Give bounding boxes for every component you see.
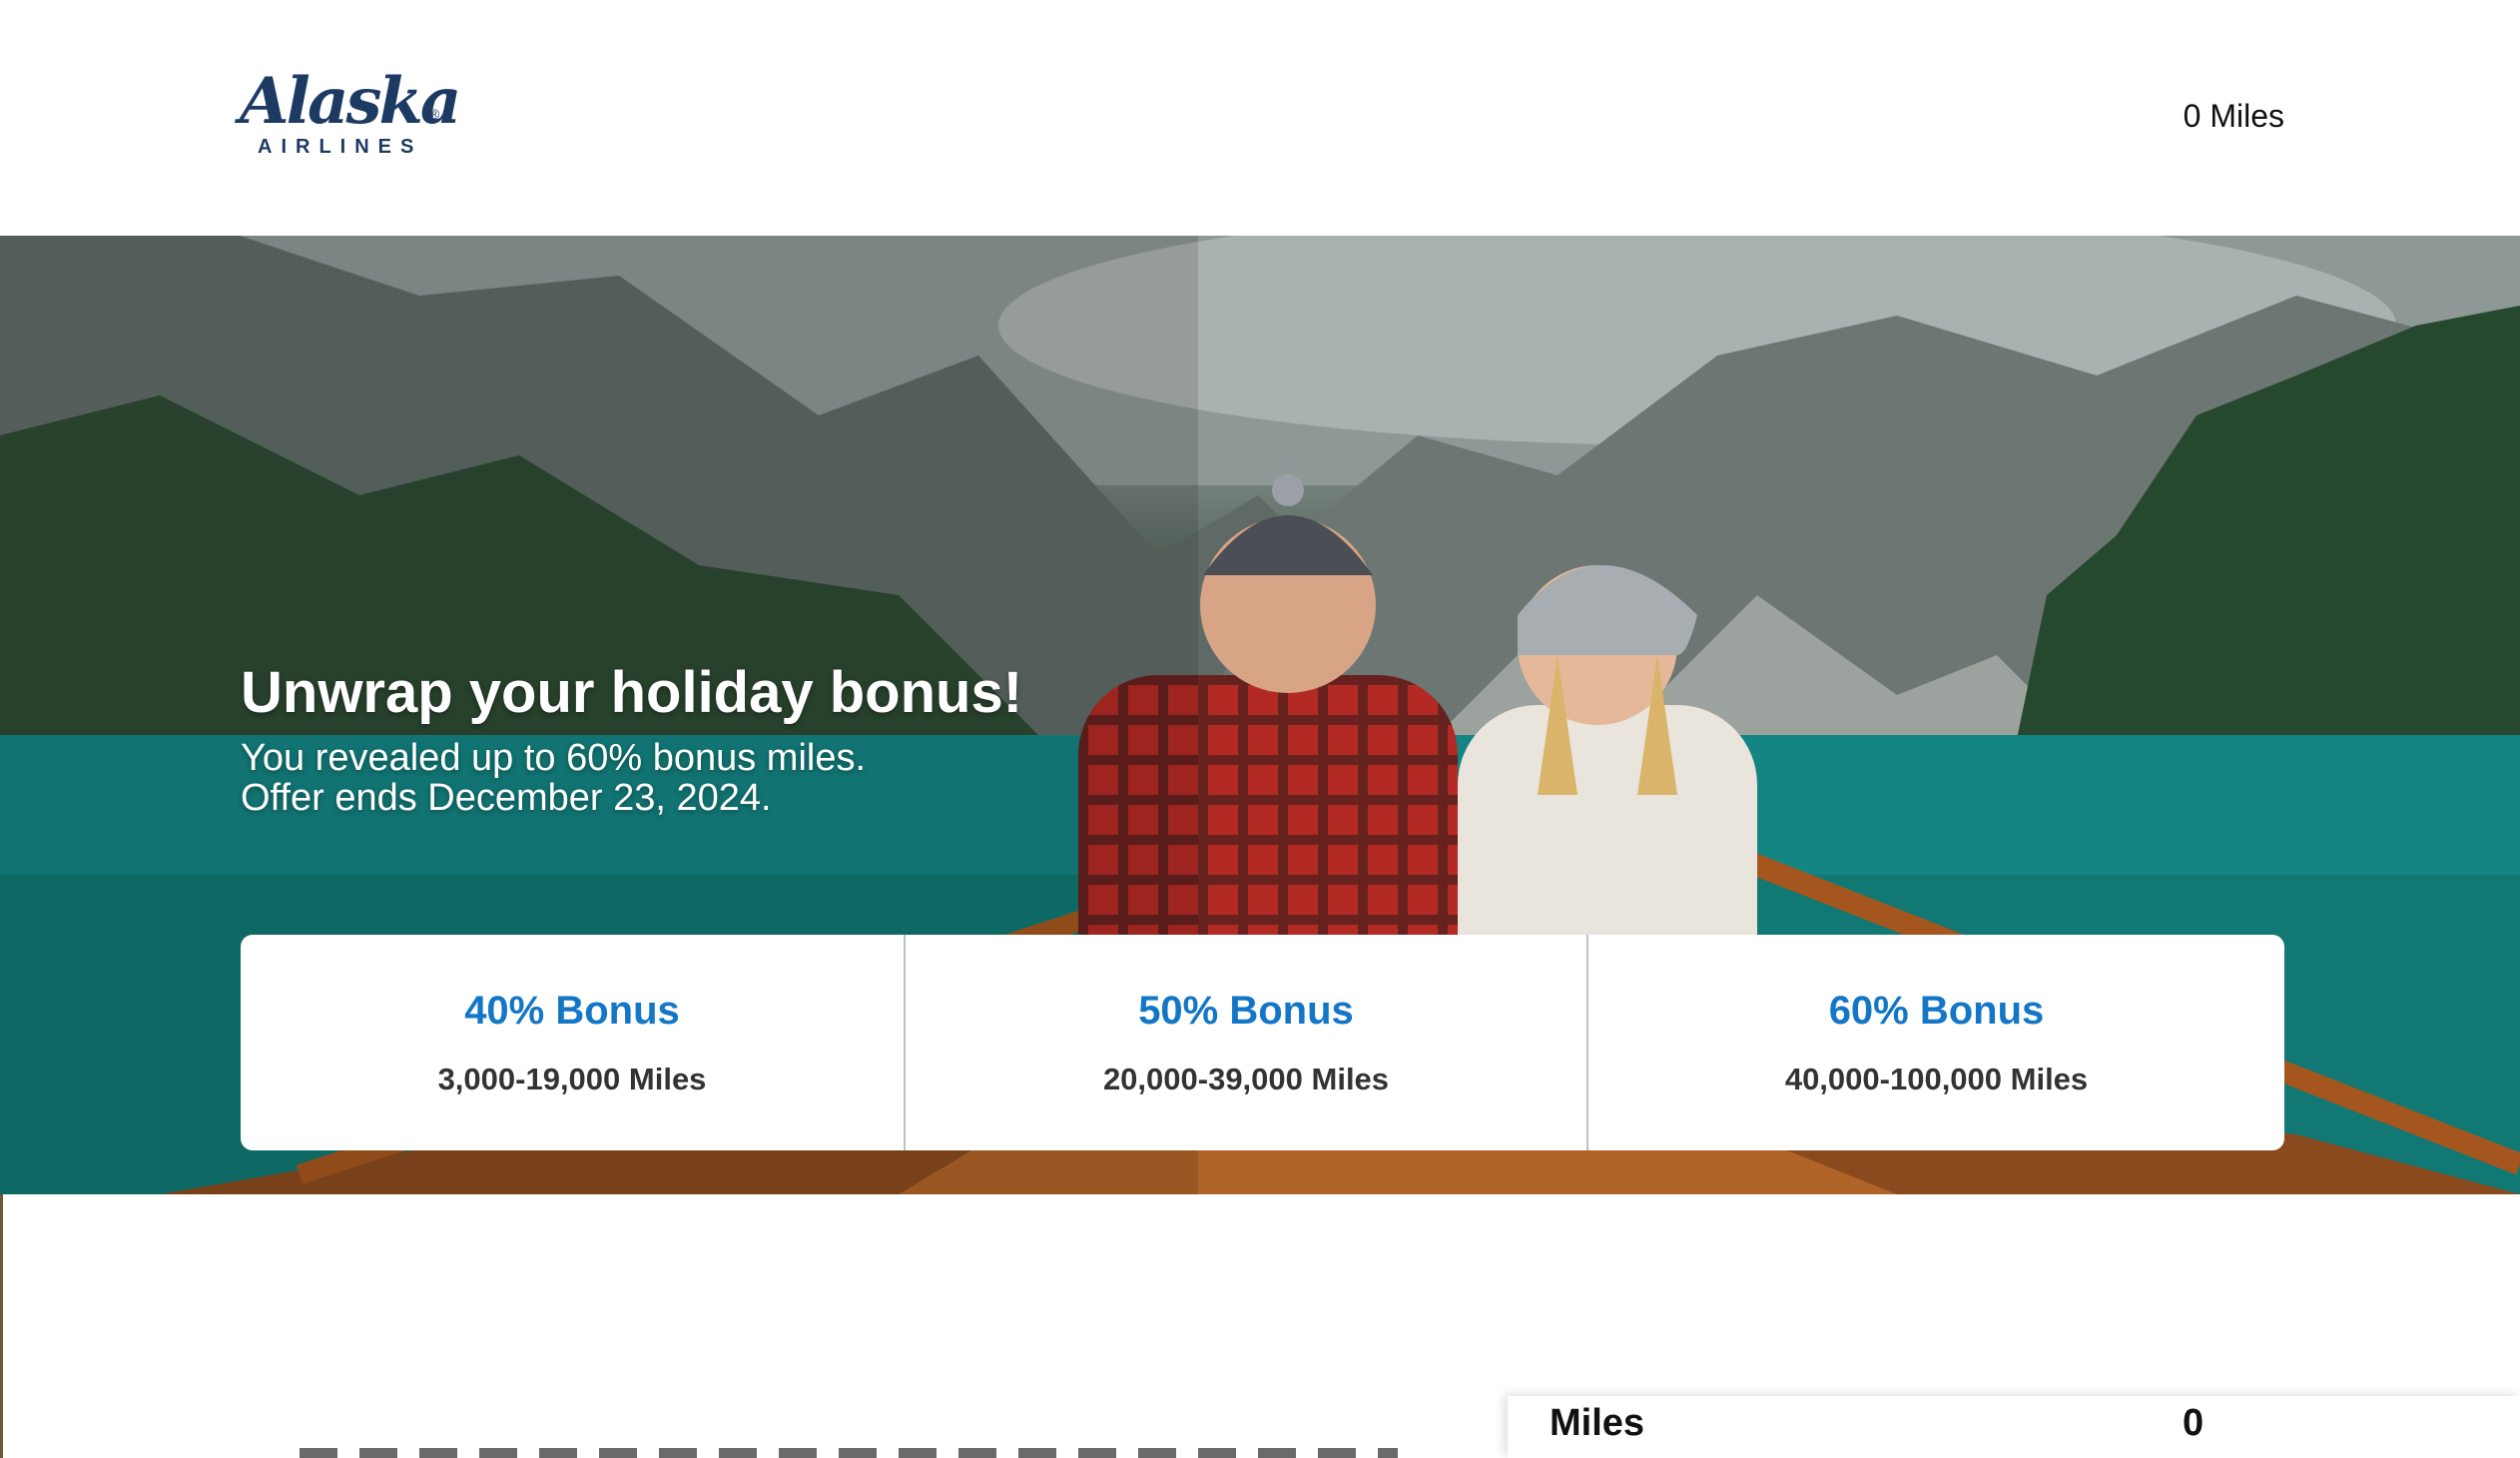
tier-range: 3,000-19,000 Miles [437,1061,707,1096]
tier-title: 60% Bonus [1828,988,2045,1033]
summary-miles-label: Miles [1550,1402,1645,1444]
miles-balance: 0 Miles [2183,98,2284,134]
tier-title: 50% Bonus [1138,988,1354,1033]
hero-title: Unwrap your holiday bonus! [241,660,1023,725]
bonus-tier-60: 60% Bonus 40,000-100,000 Miles [1586,935,2284,1150]
hero-subtitle-line-1: You revealed up to 60% bonus miles. [241,737,867,779]
cut-off-heading [300,1448,1398,1458]
bonus-tier-40: 40% Bonus 3,000-19,000 Miles [241,935,904,1150]
miles-summary-panel: Miles 0 [1508,1396,2520,1458]
tier-title: 40% Bonus [464,988,680,1033]
content-section: Miles 0 [0,1194,2520,1458]
logo-subline: AIRLINES [258,136,423,158]
hero-subtitle: You revealed up to 60% bonus miles. Offe… [241,738,866,818]
bonus-tier-50: 50% Bonus 20,000-39,000 Miles [904,935,1586,1150]
logo-registered-mark: ® [429,106,440,122]
site-header: Alaska ® AIRLINES 0 Miles [0,0,2520,236]
bonus-tiers-card: 40% Bonus 3,000-19,000 Miles 50% Bonus 2… [241,935,2284,1150]
window-left-edge-lower [0,1194,3,1458]
alaska-airlines-logo[interactable]: Alaska ® AIRLINES [240,66,461,166]
tier-range: 40,000-100,000 Miles [1784,1061,2089,1096]
logo-wordmark: Alaska [240,64,461,139]
summary-miles-value: 0 [2183,1402,2205,1444]
hero-subtitle-line-2: Offer ends December 23, 2024. [241,777,772,819]
tier-range: 20,000-39,000 Miles [1102,1061,1390,1096]
